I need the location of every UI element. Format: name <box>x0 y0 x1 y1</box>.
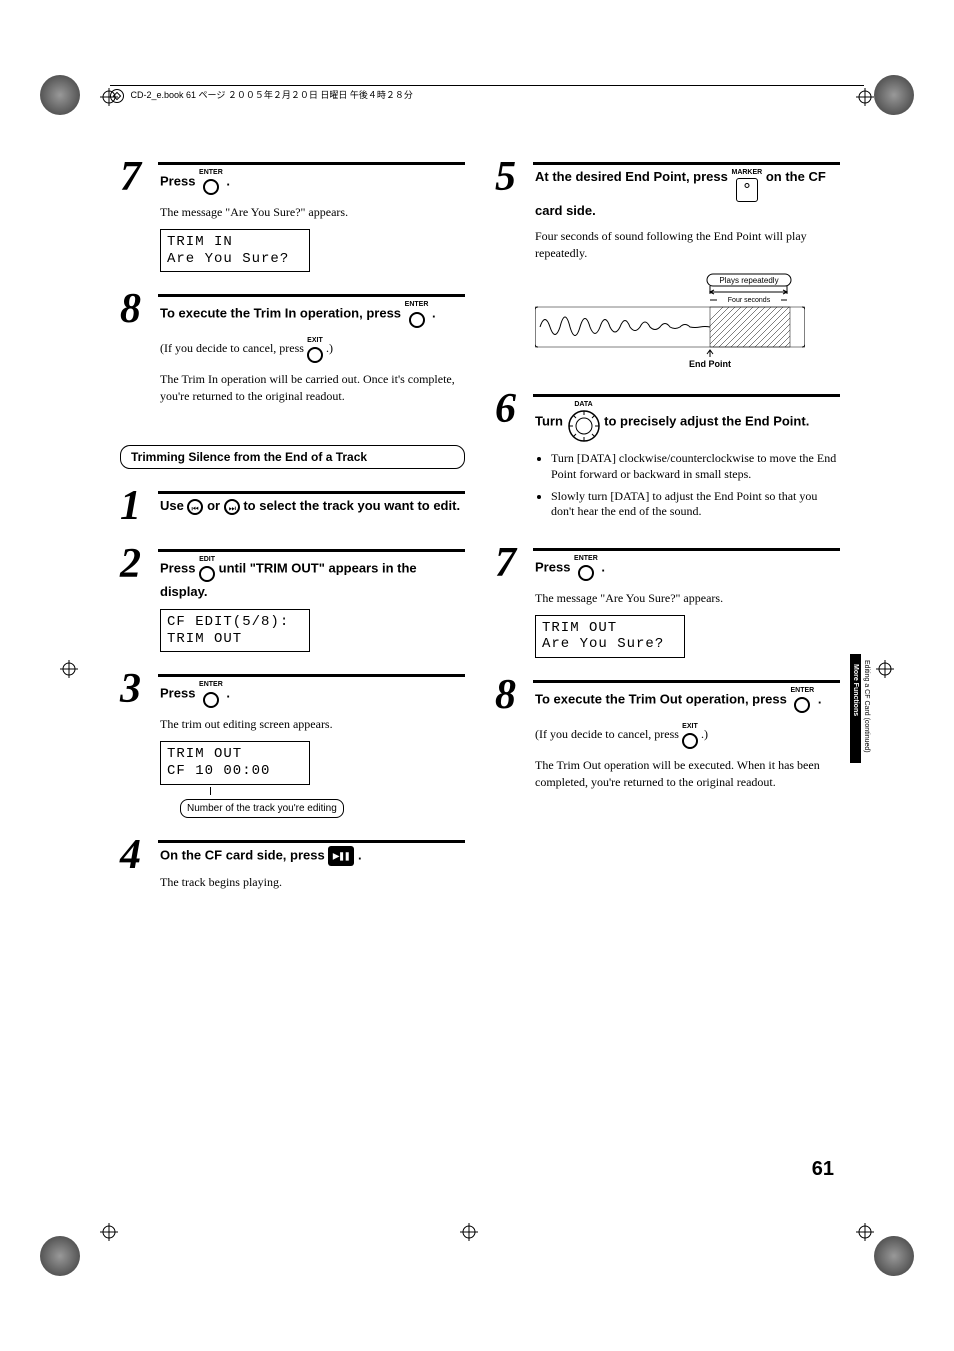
step-number: 2 <box>120 543 160 653</box>
instr-text: . <box>601 559 605 574</box>
registration-mark-icon <box>100 88 118 106</box>
enter-button-icon: ENTER <box>574 554 598 582</box>
bullet-item: Slowly turn [DATA] to adjust the End Poi… <box>551 489 840 520</box>
step-message: The track begins playing. <box>160 874 465 891</box>
enter-button-icon: ENTER <box>790 686 814 714</box>
print-corner-tr <box>874 75 914 115</box>
edit-button-icon: EDIT <box>199 555 215 583</box>
registration-mark-icon <box>460 1223 478 1241</box>
step-number: 1 <box>120 485 160 527</box>
step-3: 3 Press ENTER . The trim out editing scr… <box>120 672 465 817</box>
registration-mark-icon <box>100 1223 118 1241</box>
registration-mark-icon <box>856 1223 874 1241</box>
step-8-right: 8 To execute the Trim Out operation, pre… <box>495 678 840 790</box>
step-1: 1 Use ⏮ or ⏭ to select the track you wan… <box>120 489 465 527</box>
instr-text: . <box>432 306 436 321</box>
header-text: CD-2_e.book 61 ページ ２００５年２月２０日 日曜日 午後４時２８… <box>131 90 413 100</box>
right-column: 5 At the desired End Point, press MARKER… <box>495 160 840 911</box>
marker-button-icon: MARKER <box>731 168 762 202</box>
instr-text: . <box>358 847 362 862</box>
instr-text: or <box>207 498 224 513</box>
step-number: 7 <box>120 156 160 272</box>
instr-text: Press <box>160 686 199 701</box>
step-result: The Trim Out operation will be executed.… <box>535 757 840 791</box>
instr-text: to select the track you want to edit. <box>243 498 460 513</box>
bullet-item: Turn [DATA] clockwise/counterclockwise t… <box>551 451 840 482</box>
instr-text: Use <box>160 498 187 513</box>
cancel-text: (If you decide to cancel, press <box>160 341 307 355</box>
instr-text: To execute the Trim Out operation, press <box>535 692 790 707</box>
callout-track-number: Number of the track you're editing <box>180 799 344 818</box>
play-pause-button-icon <box>328 846 354 866</box>
lcd-display: TRIM OUT CF 10 00:00 <box>160 741 310 785</box>
lcd-display: TRIM IN Are You Sure? <box>160 229 310 273</box>
step-number: 6 <box>495 388 535 526</box>
registration-mark-icon <box>876 660 894 678</box>
step-7-left: 7 Press ENTER . The message "Are You Sur… <box>120 160 465 272</box>
side-tabs: Editing a CF Card (continued) More Funct… <box>850 650 872 763</box>
instr-text: On the CF card side, press <box>160 847 328 862</box>
data-dial-icon: DATA <box>567 400 601 444</box>
step-6: 6 Turn DATA <box>495 392 840 526</box>
left-column: 7 Press ENTER . The message "Are You Sur… <box>120 160 465 911</box>
step-number: 8 <box>495 674 535 790</box>
side-tab-active: More Functions <box>850 654 861 763</box>
step-result: The Trim In operation will be carried ou… <box>160 371 465 405</box>
step-2: 2 Press EDIT until "TRIM OUT" appears in… <box>120 547 465 653</box>
prev-track-button-icon: ⏮ <box>187 497 203 515</box>
cancel-text: (If you decide to cancel, press <box>535 727 682 741</box>
step-5: 5 At the desired End Point, press MARKER… <box>495 160 840 372</box>
instr-text: . <box>226 686 230 701</box>
enter-button-icon: ENTER <box>199 168 223 196</box>
instr-text: To execute the Trim In operation, press <box>160 306 405 321</box>
svg-text:End Point: End Point <box>689 359 731 369</box>
registration-mark-icon <box>856 88 874 106</box>
instr-text: Turn <box>535 413 567 428</box>
instr-text: Press <box>160 560 199 575</box>
step-message: The trim out editing screen appears. <box>160 716 465 733</box>
step-message: The message "Are You Sure?" appears. <box>535 590 840 607</box>
enter-button-icon: ENTER <box>405 300 429 328</box>
step-number: 7 <box>495 542 535 658</box>
lcd-display: TRIM OUT Are You Sure? <box>535 615 685 659</box>
step-number: 3 <box>120 668 160 817</box>
cancel-text: .) <box>326 341 333 355</box>
step-7-right: 7 Press ENTER . The message "Are You Sur… <box>495 546 840 658</box>
print-corner-br <box>874 1236 914 1276</box>
svg-text:Plays repeatedly: Plays repeatedly <box>719 276 778 285</box>
instr-text: . <box>226 173 230 188</box>
instr-text: Press <box>535 559 574 574</box>
step-number: 4 <box>120 834 160 891</box>
print-corner-tl <box>40 75 80 115</box>
page-header: CD-2_e.book 61 ページ ２００５年２月２０日 日曜日 午後４時２８… <box>110 85 864 103</box>
enter-button-icon: ENTER <box>199 680 223 708</box>
step-message: Four seconds of sound following the End … <box>535 228 840 262</box>
next-track-button-icon: ⏭ <box>224 497 240 515</box>
registration-mark-icon <box>60 660 78 678</box>
side-tab-section: Editing a CF Card (continued) <box>861 650 872 763</box>
instr-text: . <box>818 692 822 707</box>
print-corner-bl <box>40 1236 80 1276</box>
lcd-display: CF EDIT(5/8): TRIM OUT <box>160 609 310 653</box>
step-8-left: 8 To execute the Trim In operation, pres… <box>120 292 465 404</box>
page-number: 61 <box>812 1158 834 1181</box>
waveform-diagram: Plays repeatedly Four seconds <box>535 272 805 372</box>
instr-text: Press <box>160 173 199 188</box>
step-4: 4 On the CF card side, press . The track… <box>120 838 465 891</box>
exit-button-icon: EXIT <box>682 722 698 749</box>
instr-text: At the desired End Point, press <box>535 169 731 184</box>
exit-button-icon: EXIT <box>307 336 323 363</box>
step-message: The message "Are You Sure?" appears. <box>160 204 465 221</box>
step-number: 5 <box>495 156 535 372</box>
instr-text: to precisely adjust the End Point. <box>604 413 809 428</box>
cancel-text: .) <box>701 727 708 741</box>
step-number: 8 <box>120 288 160 404</box>
svg-text:Four seconds: Four seconds <box>728 297 771 304</box>
section-heading-trim-end: Trimming Silence from the End of a Track <box>120 445 465 469</box>
